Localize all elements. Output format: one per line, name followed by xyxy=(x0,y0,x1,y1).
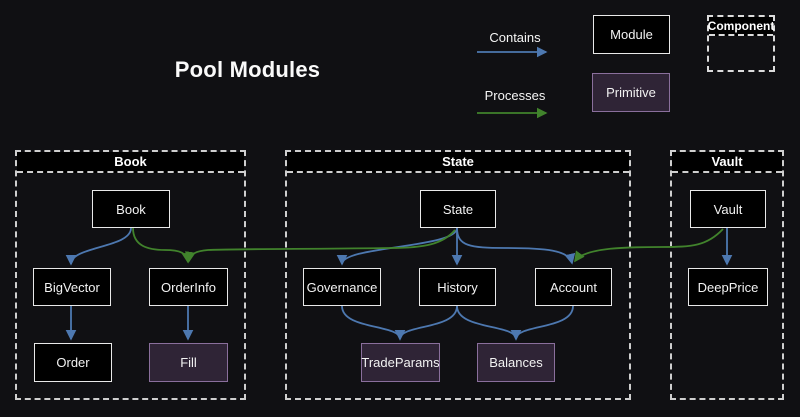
legend-contains-label: Contains xyxy=(475,30,555,45)
legend-processes-label: Processes xyxy=(475,88,555,103)
node-bigvector: BigVector xyxy=(33,268,111,306)
node-governance: Governance xyxy=(303,268,381,306)
legend-module-box: Module xyxy=(593,15,670,54)
node-vault: Vault xyxy=(690,190,766,228)
node-deepprice: DeepPrice xyxy=(688,268,768,306)
node-history: History xyxy=(419,268,496,306)
diagram-title: Pool Modules xyxy=(160,57,335,83)
legend-component-label: Component xyxy=(709,17,773,36)
cluster-book-title: Book xyxy=(17,152,244,173)
node-order: Order xyxy=(34,343,112,382)
cluster-state-title: State xyxy=(287,152,629,173)
node-orderinfo: OrderInfo xyxy=(149,268,228,306)
node-account: Account xyxy=(535,268,612,306)
legend-primitive-box: Primitive xyxy=(592,73,670,112)
legend-primitive-label: Primitive xyxy=(606,85,656,100)
node-book: Book xyxy=(92,190,170,228)
legend-module-label: Module xyxy=(610,27,653,42)
cluster-vault-title: Vault xyxy=(672,152,782,173)
node-fill: Fill xyxy=(149,343,228,382)
pool-modules-diagram: Pool Modules Contains Processes Module P… xyxy=(0,0,800,417)
legend-component-box: Component xyxy=(707,15,775,72)
node-state: State xyxy=(420,190,496,228)
node-balances: Balances xyxy=(477,343,555,382)
node-tradeparams: TradeParams xyxy=(361,343,440,382)
